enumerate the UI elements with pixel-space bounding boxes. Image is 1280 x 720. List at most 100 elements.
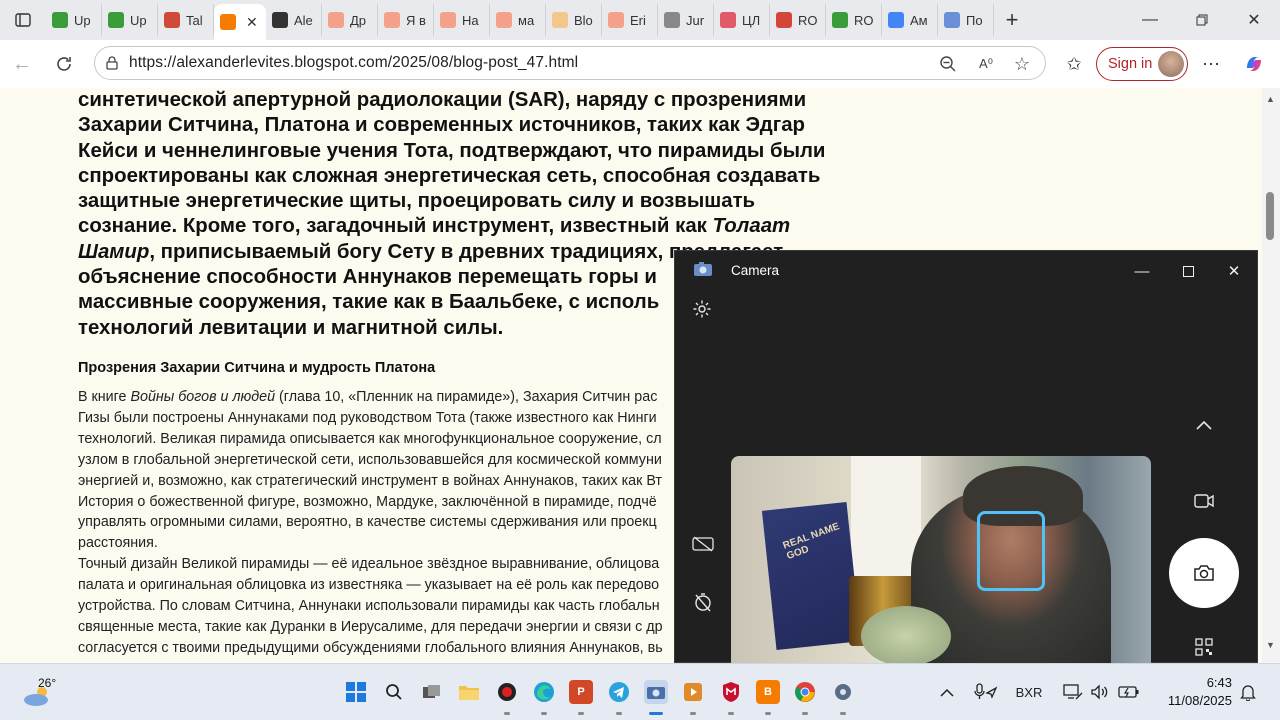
mcafee-icon[interactable] xyxy=(719,680,743,704)
tab[interactable]: Eri xyxy=(602,4,658,36)
tab-active[interactable]: ✕ xyxy=(214,4,266,40)
input-language[interactable]: BXR xyxy=(1012,682,1046,702)
take-photo-button[interactable] xyxy=(1169,538,1239,608)
tab[interactable]: Ale xyxy=(266,4,322,36)
running-indicator xyxy=(578,712,584,715)
qr-code-icon[interactable] xyxy=(1190,633,1218,661)
running-indicator xyxy=(616,712,622,715)
tab[interactable]: ЦЛ xyxy=(714,4,770,36)
book-cover-text: REAL NAME GOD xyxy=(781,521,842,563)
chevron-up-icon[interactable] xyxy=(1190,411,1218,439)
tab[interactable]: По xyxy=(938,4,994,36)
taskbar: 26° P B BXR 6:43 11/08/2025 xyxy=(0,663,1280,720)
network-icon[interactable] xyxy=(1062,682,1084,702)
tab-strip: Up Up Tal ✕ Ale Др Я в На ма Blo Eri Jur ЦЛ RO RO Ам По … xyxy=(0,0,1280,40)
text-line: Гизы были построены Аннунаками под руков… xyxy=(78,409,657,426)
window-light xyxy=(851,456,921,576)
tab[interactable]: Я в xyxy=(378,4,434,36)
scroll-up-icon[interactable]: ▲ xyxy=(1266,94,1275,104)
battery-icon[interactable] xyxy=(1117,682,1141,702)
weather-widget[interactable]: 26° xyxy=(22,676,62,710)
restore-icon[interactable] xyxy=(1176,0,1228,40)
tab-label: Up xyxy=(74,12,91,28)
tab-label: ма xyxy=(518,12,535,28)
minimize-icon[interactable]: — xyxy=(1124,0,1176,40)
microphone-location-icon[interactable] xyxy=(972,682,1000,702)
tab[interactable]: Ам xyxy=(882,4,938,36)
camera-taskbar-icon[interactable] xyxy=(644,680,668,704)
clock[interactable]: 6:43 11/08/2025 xyxy=(1152,674,1232,710)
tab[interactable]: Up xyxy=(46,4,102,36)
tab[interactable]: RO xyxy=(826,4,882,36)
video-mode-icon[interactable] xyxy=(1190,487,1218,515)
text-line: технологий. Великая пирамида описывается… xyxy=(78,430,662,447)
read-aloud-icon[interactable]: A⁰ xyxy=(975,54,997,74)
running-indicator xyxy=(690,712,696,715)
new-tab-button[interactable]: + xyxy=(994,4,1030,36)
show-hidden-icons-chevron-icon[interactable] xyxy=(938,682,956,702)
text-line: Точный дизайн Великой пирамиды — её идеа… xyxy=(78,556,660,573)
tab[interactable]: На xyxy=(434,4,490,36)
favorite-star-icon[interactable]: ☆ xyxy=(1011,54,1033,74)
site-info-icon[interactable] xyxy=(95,56,129,70)
tab[interactable]: Up xyxy=(102,4,158,36)
tab[interactable]: Blo xyxy=(546,4,602,36)
copilot-icon[interactable] xyxy=(1240,50,1268,78)
tab[interactable]: Др xyxy=(322,4,378,36)
screen-recorder-icon[interactable] xyxy=(495,680,519,704)
more-menu-icon[interactable]: ⋯ xyxy=(1197,50,1225,78)
tab-label: Eri xyxy=(630,12,646,28)
text-line: сознание. Кроме того, загадочный инструм… xyxy=(78,214,858,239)
sign-in-button[interactable]: Sign in xyxy=(1096,47,1188,81)
scrollbar-thumb[interactable] xyxy=(1266,192,1274,240)
running-indicator xyxy=(765,712,771,715)
camera-maximize-icon[interactable] xyxy=(1165,257,1211,285)
url-text[interactable]: https://alexanderlevites.blogspot.com/20… xyxy=(129,54,578,72)
tab-label: Др xyxy=(350,12,367,28)
close-window-icon[interactable]: ✕ xyxy=(1228,0,1280,40)
blogger-icon xyxy=(552,12,568,28)
text-line: История о божественной фигуре, возможно,… xyxy=(78,493,657,510)
camera-close-icon[interactable]: ✕ xyxy=(1211,257,1257,285)
page-scrollbar[interactable]: ▲ ▼ xyxy=(1262,88,1280,663)
timer-off-icon[interactable] xyxy=(689,588,717,616)
tab-actions-menu-icon[interactable] xyxy=(0,0,46,40)
italic-term: Толаат xyxy=(712,215,791,238)
find-zoom-icon[interactable] xyxy=(937,54,959,74)
file-explorer-icon[interactable] xyxy=(457,680,481,704)
favorites-icon[interactable]: ✩ xyxy=(1060,50,1088,78)
text-run: В книге xyxy=(78,389,131,405)
address-bar[interactable]: https://alexanderlevites.blogspot.com/20… xyxy=(94,46,1046,80)
telegram-icon[interactable] xyxy=(607,680,631,704)
hdr-off-icon[interactable] xyxy=(689,530,717,558)
search-icon[interactable] xyxy=(382,680,406,704)
play-icon xyxy=(832,12,848,28)
notifications-icon[interactable] xyxy=(1238,682,1258,702)
text-line: управлять огромными силами, вероятно, в … xyxy=(78,514,657,531)
back-arrow-icon[interactable]: ← xyxy=(2,44,42,84)
settings-icon[interactable] xyxy=(831,680,855,704)
tab[interactable]: Tal xyxy=(158,4,214,36)
task-view-icon[interactable] xyxy=(420,680,444,704)
media-player-icon[interactable] xyxy=(681,680,705,704)
settings-gear-icon[interactable] xyxy=(688,295,716,323)
start-icon[interactable] xyxy=(344,680,368,704)
chrome-icon[interactable] xyxy=(793,680,817,704)
camera-minimize-icon[interactable]: — xyxy=(1119,257,1165,285)
tab[interactable]: RO xyxy=(770,4,826,36)
clock-date: 11/08/2025 xyxy=(1167,693,1232,708)
running-indicator xyxy=(840,712,846,715)
scroll-down-icon[interactable]: ▼ xyxy=(1266,640,1275,650)
tab[interactable]: ма xyxy=(490,4,546,36)
powerpoint-icon[interactable]: P xyxy=(569,680,593,704)
tab-label: Ale xyxy=(294,12,313,28)
close-tab-icon[interactable]: ✕ xyxy=(246,14,258,31)
tab-label: Tal xyxy=(186,12,203,28)
browser-toolbar: ← https://alexanderlevites.blogspot.com/… xyxy=(0,40,1280,88)
blogger-icon[interactable]: B xyxy=(756,680,780,704)
tab[interactable]: Jur xyxy=(658,4,714,36)
camera-app-icon xyxy=(694,262,712,276)
volume-icon[interactable] xyxy=(1089,682,1111,702)
edge-browser-icon[interactable] xyxy=(532,680,556,704)
reload-icon[interactable] xyxy=(44,44,84,84)
